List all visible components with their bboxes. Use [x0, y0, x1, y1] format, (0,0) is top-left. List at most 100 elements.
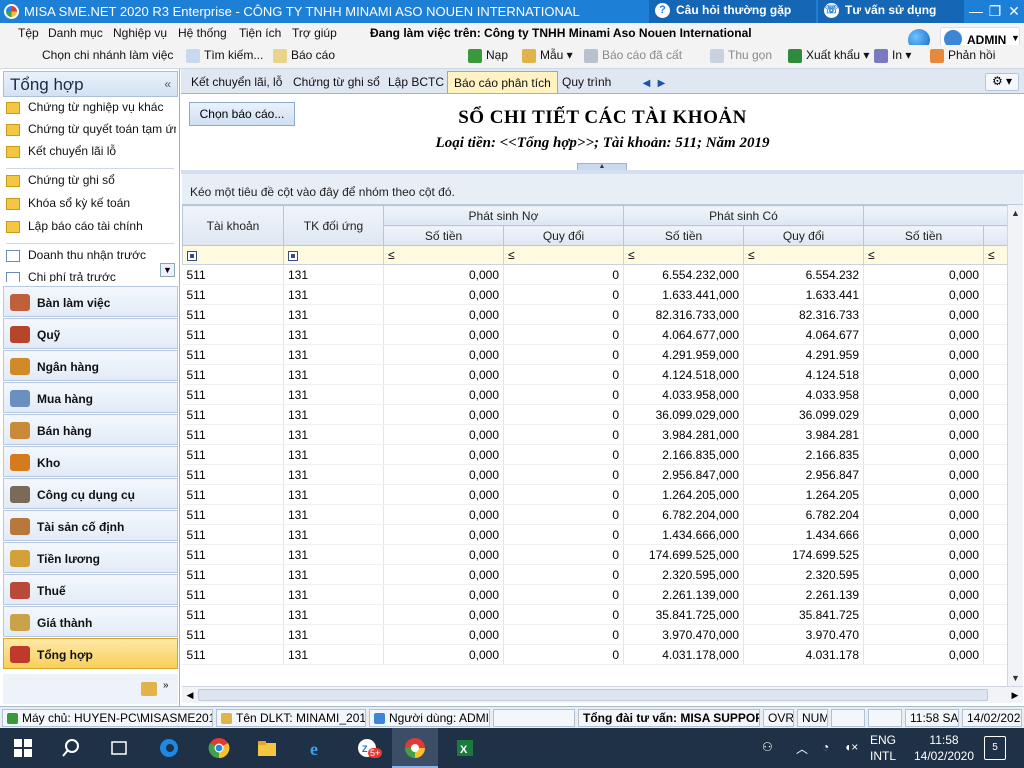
cell-balance-amount[interactable]: 0,000: [863, 504, 984, 525]
module-desktop[interactable]: Bàn làm việc: [3, 286, 178, 317]
cell-balance-amount[interactable]: 0,000: [863, 264, 984, 285]
col-header-debit-converted[interactable]: Quy đổi: [503, 225, 624, 246]
filter-account[interactable]: [182, 245, 284, 265]
cell-debit-converted[interactable]: 0: [503, 484, 624, 505]
cell-counter-account[interactable]: 131: [283, 344, 384, 365]
cell-balance-amount[interactable]: 0,000: [863, 644, 984, 665]
cell-credit-amount[interactable]: 3.970.470,000: [623, 624, 744, 645]
cell-debit-converted[interactable]: 0: [503, 504, 624, 525]
cell-account[interactable]: 511: [182, 324, 284, 345]
scroll-down-button[interactable]: ▼: [160, 263, 175, 277]
cell-balance-amount[interactable]: 0,000: [863, 404, 984, 425]
tab-process[interactable]: Quy trình: [556, 71, 617, 93]
cell-counter-account[interactable]: 131: [283, 444, 384, 465]
cell-balance-amount[interactable]: 0,000: [863, 624, 984, 645]
cell-credit-converted[interactable]: 1.434.666: [743, 524, 864, 545]
cell-balance-amount[interactable]: 0,000: [863, 544, 984, 565]
module-payroll[interactable]: Tiền lương: [3, 542, 178, 573]
cell-credit-converted[interactable]: 4.033.958: [743, 384, 864, 405]
cell-debit-converted[interactable]: 0: [503, 544, 624, 565]
table-row[interactable]: 511 131 0,000 0 4.291.959,000 4.291.959 0,000: [182, 344, 1023, 365]
tab-prev-icon[interactable]: ◀: [639, 78, 654, 92]
table-row[interactable]: 511 131 0,000 0 1.264.205,000 1.264.205 0,000: [182, 484, 1023, 505]
chevron-up-icon[interactable]: ︿: [796, 740, 808, 757]
cell-balance-amount[interactable]: 0,000: [863, 284, 984, 305]
col-group-credit[interactable]: Phát sinh Có: [623, 205, 864, 226]
cell-credit-amount[interactable]: 4.124.518,000: [623, 364, 744, 385]
faq-button[interactable]: ? Câu hỏi thường gặp: [649, 0, 816, 23]
module-bank[interactable]: Ngân hàng: [3, 350, 178, 381]
cell-debit-converted[interactable]: 0: [503, 444, 624, 465]
cell-account[interactable]: 511: [182, 364, 284, 385]
menu-catalog[interactable]: Danh mục: [48, 26, 103, 40]
cell-credit-converted[interactable]: 2.166.835: [743, 444, 864, 465]
cell-debit-converted[interactable]: 0: [503, 644, 624, 665]
cell-balance-amount[interactable]: 0,000: [863, 444, 984, 465]
cell-counter-account[interactable]: 131: [283, 324, 384, 345]
module-inventory[interactable]: Kho: [3, 446, 178, 477]
table-row[interactable]: 511 131 0,000 0 35.841.725,000 35.841.725 0,00…: [182, 604, 1023, 625]
cell-debit-amount[interactable]: 0,000: [383, 364, 504, 385]
cell-debit-converted[interactable]: 0: [503, 304, 624, 325]
cell-account[interactable]: 511: [182, 264, 284, 285]
cell-credit-amount[interactable]: 1.264.205,000: [623, 484, 744, 505]
collapse-sidebar-icon[interactable]: «: [164, 77, 171, 91]
cell-debit-amount[interactable]: 0,000: [383, 444, 504, 465]
tab-financial-statements[interactable]: Lập BCTC: [382, 71, 450, 93]
quick-item-financial-report[interactable]: Lập báo cáo tài chính: [6, 219, 176, 241]
cell-credit-converted[interactable]: 174.699.525: [743, 544, 864, 565]
cell-account[interactable]: 511: [182, 564, 284, 585]
cell-debit-converted[interactable]: 0: [503, 604, 624, 625]
cell-credit-converted[interactable]: 3.970.470: [743, 624, 864, 645]
scroll-left-icon[interactable]: ◀: [182, 687, 198, 703]
cell-credit-converted[interactable]: 6.554.232: [743, 264, 864, 285]
cell-credit-converted[interactable]: 4.064.677: [743, 324, 864, 345]
filter-credit-converted[interactable]: ≤: [743, 245, 864, 265]
module-costing[interactable]: Giá thành: [3, 606, 178, 637]
taskbar-misa[interactable]: [392, 728, 438, 768]
cell-debit-converted[interactable]: 0: [503, 344, 624, 365]
cell-debit-amount[interactable]: 0,000: [383, 404, 504, 425]
cell-credit-amount[interactable]: 1.434.666,000: [623, 524, 744, 545]
table-row[interactable]: 511 131 0,000 0 3.970.470,000 3.970.470 0,000: [182, 624, 1023, 645]
module-fixed-assets[interactable]: Tài sản cố định: [3, 510, 178, 541]
cell-credit-amount[interactable]: 35.841.725,000: [623, 604, 744, 625]
volume-icon[interactable]: ◖×: [844, 740, 858, 754]
cell-credit-amount[interactable]: 2.261.139,000: [623, 584, 744, 605]
cell-account[interactable]: 511: [182, 284, 284, 305]
language-indicator[interactable]: ENG INTL: [870, 732, 896, 764]
table-row[interactable]: 511 131 0,000 0 2.166.835,000 2.166.835 0,000: [182, 444, 1023, 465]
cell-account[interactable]: 511: [182, 424, 284, 445]
cell-counter-account[interactable]: 131: [283, 624, 384, 645]
cell-credit-converted[interactable]: 1.264.205: [743, 484, 864, 505]
cell-balance-amount[interactable]: 0,000: [863, 564, 984, 585]
cell-credit-converted[interactable]: 3.984.281: [743, 424, 864, 445]
cell-debit-amount[interactable]: 0,000: [383, 624, 504, 645]
cell-credit-amount[interactable]: 2.320.595,000: [623, 564, 744, 585]
cell-counter-account[interactable]: 131: [283, 404, 384, 425]
table-row[interactable]: 511 131 0,000 0 4.031.178,000 4.031.178 0,000: [182, 644, 1023, 665]
col-header-credit-amount[interactable]: Số tiền: [623, 225, 744, 246]
cell-credit-converted[interactable]: 4.291.959: [743, 344, 864, 365]
modules-icon[interactable]: [141, 682, 157, 696]
cell-counter-account[interactable]: 131: [283, 564, 384, 585]
cell-counter-account[interactable]: 131: [283, 644, 384, 665]
cell-account[interactable]: 511: [182, 624, 284, 645]
cell-credit-amount[interactable]: 4.064.677,000: [623, 324, 744, 345]
cell-credit-converted[interactable]: 2.261.139: [743, 584, 864, 605]
cell-counter-account[interactable]: 131: [283, 484, 384, 505]
cell-credit-amount[interactable]: 82.316.733,000: [623, 304, 744, 325]
cell-account[interactable]: 511: [182, 644, 284, 665]
cell-debit-amount[interactable]: 0,000: [383, 264, 504, 285]
module-tax[interactable]: Thuế: [3, 574, 178, 605]
cell-credit-amount[interactable]: 4.291.959,000: [623, 344, 744, 365]
cell-counter-account[interactable]: 131: [283, 424, 384, 445]
cell-counter-account[interactable]: 131: [283, 364, 384, 385]
cell-debit-amount[interactable]: 0,000: [383, 384, 504, 405]
vertical-scrollbar[interactable]: ▲ ▼: [1007, 205, 1023, 686]
cell-credit-amount[interactable]: 2.166.835,000: [623, 444, 744, 465]
export-button[interactable]: Xuất khẩu ▾: [788, 48, 869, 63]
cell-credit-amount[interactable]: 1.633.441,000: [623, 284, 744, 305]
cell-credit-amount[interactable]: 3.984.281,000: [623, 424, 744, 445]
cell-credit-amount[interactable]: 4.033.958,000: [623, 384, 744, 405]
